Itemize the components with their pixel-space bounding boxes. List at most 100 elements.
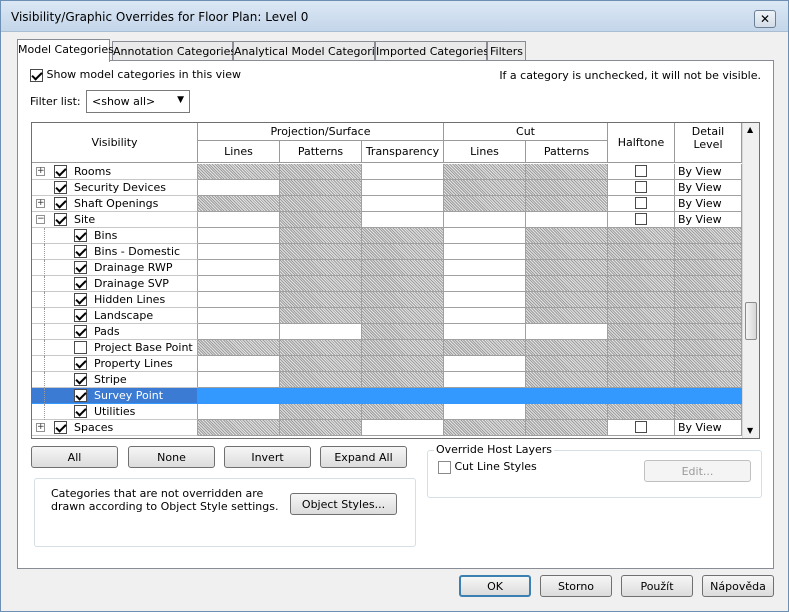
halftone-cell[interactable]: [608, 404, 675, 420]
proj-lines-cell[interactable]: [198, 276, 280, 292]
collapse-icon[interactable]: −: [36, 215, 45, 224]
cut-patterns-cell[interactable]: [526, 196, 608, 212]
proj-patterns-cell[interactable]: [280, 356, 362, 372]
detail-level-cell[interactable]: [675, 228, 742, 244]
cut-lines-cell[interactable]: [444, 404, 526, 420]
category-checkbox[interactable]: [74, 341, 87, 354]
table-row[interactable]: Stripe: [32, 372, 742, 388]
category-cell[interactable]: + Spaces: [32, 420, 198, 436]
cut-lines-cell[interactable]: [444, 420, 526, 436]
halftone-checkbox[interactable]: [635, 165, 647, 177]
category-cell[interactable]: − Site: [32, 212, 198, 228]
category-checkbox[interactable]: [74, 389, 87, 402]
transparency-cell[interactable]: [362, 404, 444, 420]
cut-lines-cell[interactable]: [444, 356, 526, 372]
tab-imported-categories[interactable]: Imported Categories: [375, 41, 489, 61]
transparency-cell[interactable]: [362, 340, 444, 356]
proj-lines-cell[interactable]: [198, 340, 280, 356]
category-checkbox[interactable]: [74, 325, 87, 338]
halftone-cell[interactable]: [608, 180, 675, 196]
expand-icon[interactable]: +: [36, 167, 45, 176]
show-model-option[interactable]: Show model categories in this view: [30, 68, 241, 82]
halftone-cell[interactable]: [608, 244, 675, 260]
detail-level-cell[interactable]: [675, 308, 742, 324]
cancel-button[interactable]: Storno: [540, 575, 612, 597]
category-cell[interactable]: + Shaft Openings: [32, 196, 198, 212]
tab-filters[interactable]: Filters: [487, 41, 526, 61]
halftone-checkbox[interactable]: [635, 213, 647, 225]
halftone-checkbox[interactable]: [635, 197, 647, 209]
expand-icon[interactable]: +: [36, 199, 45, 208]
cut-lines-cell[interactable]: [444, 212, 526, 228]
cut-lines-cell[interactable]: [444, 308, 526, 324]
proj-lines-cell[interactable]: [198, 308, 280, 324]
cut-lines-cell[interactable]: [444, 196, 526, 212]
proj-patterns-cell[interactable]: [280, 228, 362, 244]
detail-level-cell[interactable]: [675, 356, 742, 372]
proj-lines-cell[interactable]: [198, 196, 280, 212]
table-row[interactable]: + Spaces By View: [32, 420, 742, 436]
proj-lines-cell[interactable]: [198, 420, 280, 436]
detail-level-cell[interactable]: By View: [675, 420, 742, 436]
category-cell[interactable]: Property Lines: [32, 356, 198, 372]
detail-level-cell[interactable]: [675, 388, 742, 404]
category-checkbox[interactable]: [74, 405, 87, 418]
table-scrollbar[interactable]: ▲ ▼: [742, 123, 759, 438]
proj-patterns-cell[interactable]: [280, 180, 362, 196]
cut-lines-cell[interactable]: [444, 244, 526, 260]
transparency-cell[interactable]: [362, 324, 444, 340]
proj-lines-cell[interactable]: [198, 180, 280, 196]
category-cell[interactable]: Landscape: [32, 308, 198, 324]
transparency-cell[interactable]: [362, 276, 444, 292]
cut-patterns-cell[interactable]: [526, 228, 608, 244]
proj-lines-cell[interactable]: [198, 372, 280, 388]
proj-lines-cell[interactable]: [198, 244, 280, 260]
proj-lines-cell[interactable]: [198, 228, 280, 244]
table-row[interactable]: Hidden Lines: [32, 292, 742, 308]
transparency-cell[interactable]: [362, 244, 444, 260]
proj-patterns-cell[interactable]: [280, 388, 362, 404]
proj-patterns-cell[interactable]: [280, 324, 362, 340]
detail-level-cell[interactable]: [675, 260, 742, 276]
proj-patterns-cell[interactable]: [280, 292, 362, 308]
category-cell[interactable]: Bins: [32, 228, 198, 244]
expand-all-button[interactable]: Expand All: [320, 446, 407, 468]
category-cell[interactable]: Drainage SVP: [32, 276, 198, 292]
proj-patterns-cell[interactable]: [280, 196, 362, 212]
cut-patterns-cell[interactable]: [526, 180, 608, 196]
scroll-up-icon[interactable]: ▲: [747, 125, 753, 134]
cut-patterns-cell[interactable]: [526, 276, 608, 292]
category-checkbox[interactable]: [74, 245, 87, 258]
object-styles-button[interactable]: Object Styles...: [290, 493, 397, 515]
proj-lines-cell[interactable]: [198, 388, 280, 404]
category-checkbox[interactable]: [74, 309, 87, 322]
detail-level-cell[interactable]: [675, 404, 742, 420]
cut-patterns-cell[interactable]: [526, 164, 608, 180]
detail-level-cell[interactable]: By View: [675, 164, 742, 180]
cut-patterns-cell[interactable]: [526, 244, 608, 260]
detail-level-cell[interactable]: By View: [675, 180, 742, 196]
cut-lines-cell[interactable]: [444, 164, 526, 180]
table-row[interactable]: + Shaft Openings By View: [32, 196, 742, 212]
close-button[interactable]: ✕: [754, 10, 776, 28]
category-checkbox[interactable]: [54, 213, 67, 226]
category-cell[interactable]: Survey Point: [32, 388, 198, 404]
transparency-cell[interactable]: [362, 420, 444, 436]
header-visibility[interactable]: Visibility: [32, 123, 198, 163]
table-row[interactable]: Utilities: [32, 404, 742, 420]
category-checkbox[interactable]: [74, 261, 87, 274]
category-checkbox[interactable]: [74, 357, 87, 370]
category-cell[interactable]: Project Base Point: [32, 340, 198, 356]
halftone-cell[interactable]: [608, 308, 675, 324]
edit-button[interactable]: Edit...: [644, 460, 751, 482]
proj-patterns-cell[interactable]: [280, 308, 362, 324]
proj-lines-cell[interactable]: [198, 324, 280, 340]
invert-button[interactable]: Invert: [224, 446, 311, 468]
category-cell[interactable]: Drainage RWP: [32, 260, 198, 276]
transparency-cell[interactable]: [362, 388, 444, 404]
expand-icon[interactable]: +: [36, 423, 45, 432]
table-row[interactable]: + Rooms By View: [32, 164, 742, 180]
cut-lines-cell[interactable]: [444, 276, 526, 292]
transparency-cell[interactable]: [362, 372, 444, 388]
detail-level-cell[interactable]: By View: [675, 212, 742, 228]
